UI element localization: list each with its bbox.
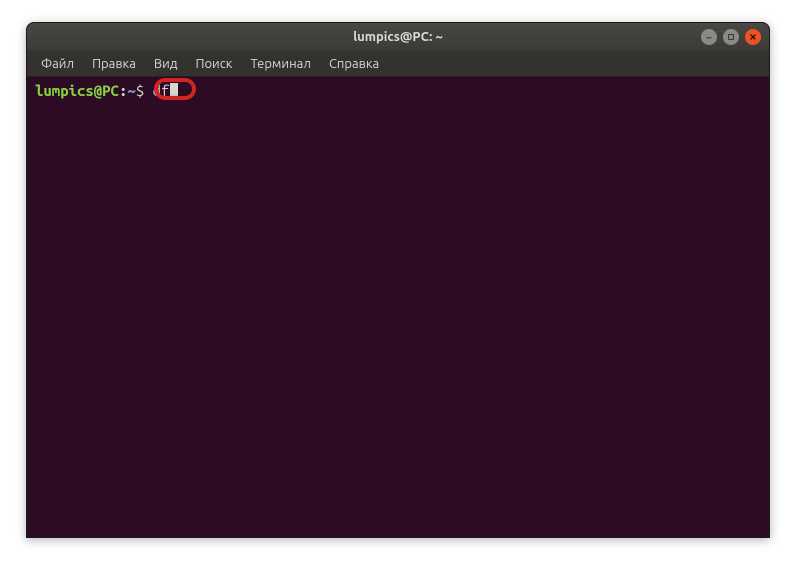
menu-view[interactable]: Вид bbox=[146, 54, 186, 74]
cursor bbox=[170, 83, 178, 99]
menu-help[interactable]: Справка bbox=[321, 54, 387, 74]
menu-terminal[interactable]: Терминал bbox=[242, 54, 318, 74]
close-icon bbox=[749, 33, 757, 41]
menu-edit[interactable]: Правка bbox=[84, 54, 144, 74]
window-controls bbox=[701, 29, 761, 45]
menu-search[interactable]: Поиск bbox=[187, 54, 240, 74]
terminal-body[interactable]: lumpics@PC:~$ df bbox=[27, 77, 769, 537]
close-button[interactable] bbox=[745, 29, 761, 45]
command-text: df bbox=[153, 82, 170, 99]
minimize-button[interactable] bbox=[701, 29, 717, 45]
titlebar[interactable]: lumpics@PC: ~ bbox=[27, 23, 769, 51]
menubar: Файл Правка Вид Поиск Терминал Справка bbox=[27, 51, 769, 77]
window-title: lumpics@PC: ~ bbox=[353, 30, 443, 44]
prompt-user: lumpics@PC bbox=[35, 82, 119, 99]
prompt-path: ~ bbox=[127, 82, 135, 99]
maximize-icon bbox=[727, 33, 735, 41]
terminal-window: lumpics@PC: ~ Файл Правка Вид Поиск Терм… bbox=[26, 22, 770, 538]
prompt-dollar: $ bbox=[136, 82, 144, 99]
maximize-button[interactable] bbox=[723, 29, 739, 45]
menu-file[interactable]: Файл bbox=[33, 54, 82, 74]
minimize-icon bbox=[705, 33, 713, 41]
